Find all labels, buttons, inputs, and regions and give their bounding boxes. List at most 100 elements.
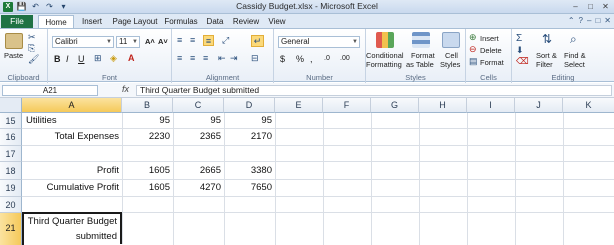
tab-formulas[interactable]: Formulas — [163, 15, 199, 28]
column-header-a[interactable]: A — [22, 98, 122, 113]
worksheet-grid[interactable]: A B C D E F G H I J K 15 16 17 18 19 20 … — [0, 98, 614, 245]
sort-filter-label[interactable]: Sort & — [536, 51, 557, 60]
bold-button[interactable]: B — [54, 54, 61, 64]
tab-home[interactable]: Home — [38, 15, 74, 28]
align-middle-icon[interactable]: ≡ — [190, 35, 195, 45]
font-size-box[interactable]: 11 ▼ — [116, 36, 140, 48]
cell-c19[interactable]: 4270 — [173, 182, 221, 193]
percent-button[interactable]: % — [296, 54, 304, 64]
workbook-close-button[interactable]: ✕ — [604, 16, 611, 25]
format-painter-icon[interactable]: 🖌 — [28, 54, 39, 65]
italic-button[interactable]: I — [66, 54, 69, 64]
name-box[interactable]: A21 — [2, 85, 98, 96]
column-header-e[interactable]: E — [275, 98, 323, 113]
tab-data[interactable]: Data — [203, 15, 227, 28]
shrink-font-button[interactable]: A˅ — [158, 37, 168, 46]
number-format-box[interactable]: General ▼ — [278, 36, 360, 48]
cell-a16[interactable]: Total Expenses — [22, 131, 119, 142]
cell-c16[interactable]: 2365 — [173, 131, 221, 142]
cell-b16[interactable]: 2230 — [122, 131, 170, 142]
format-button[interactable]: Format — [480, 58, 504, 67]
binoculars-icon[interactable]: ⌕ — [570, 32, 577, 47]
align-right-icon[interactable]: ≡ — [203, 53, 208, 63]
select-all-corner[interactable] — [0, 98, 22, 113]
delete-button[interactable]: Delete — [480, 46, 502, 55]
currency-button[interactable]: $ — [280, 54, 285, 64]
close-button[interactable]: ✕ — [599, 1, 612, 12]
column-header-h[interactable]: H — [419, 98, 467, 113]
paste-icon[interactable] — [5, 33, 23, 49]
row-header-18[interactable]: 18 — [0, 162, 22, 180]
format-as-table-label[interactable]: Format — [411, 51, 435, 60]
paste-button-label[interactable]: Paste — [4, 51, 23, 60]
help-icon[interactable]: ? — [579, 16, 583, 25]
delete-cells-icon[interactable]: ⊖ — [469, 44, 477, 55]
font-name-box[interactable]: Calibri ▼ — [52, 36, 114, 48]
cell-b15[interactable]: 95 — [122, 115, 170, 126]
active-cell-a21[interactable]: Third Quarter Budget submitted — [22, 212, 124, 245]
conditional-formatting-label-2[interactable]: Formatting — [366, 60, 402, 69]
tab-view[interactable]: View — [265, 15, 289, 28]
conditional-formatting-icon[interactable] — [376, 32, 394, 48]
column-header-f[interactable]: F — [323, 98, 371, 113]
insert-cells-icon[interactable]: ⊕ — [469, 32, 477, 43]
cell-a18[interactable]: Profit — [22, 165, 119, 176]
column-header-b[interactable]: B — [122, 98, 173, 113]
increase-indent-icon[interactable]: ⇥ — [230, 53, 238, 64]
row-header-15[interactable]: 15 — [0, 113, 22, 129]
row-header-21[interactable]: 21 — [0, 213, 22, 245]
insert-button[interactable]: Insert — [480, 34, 499, 43]
cell-c18[interactable]: 2665 — [173, 165, 221, 176]
align-top-icon[interactable]: ≡ — [177, 35, 182, 45]
decrease-decimal-button[interactable]: .00 — [340, 55, 350, 62]
fill-color-icon[interactable]: ◈ — [110, 53, 117, 64]
column-header-g[interactable]: G — [371, 98, 419, 113]
format-as-table-icon[interactable] — [412, 32, 430, 48]
cell-b18[interactable]: 1605 — [122, 165, 170, 176]
cell-b19[interactable]: 1605 — [122, 182, 170, 193]
tab-file[interactable]: File — [1, 15, 33, 28]
cut-icon[interactable]: ✂ — [28, 32, 36, 43]
tab-review[interactable]: Review — [231, 15, 261, 28]
insert-function-icon[interactable]: fx — [122, 84, 129, 94]
column-header-c[interactable]: C — [173, 98, 224, 113]
wrap-text-icon[interactable]: ↵ — [251, 35, 264, 47]
workbook-restore-button[interactable]: □ — [595, 16, 600, 25]
column-header-k[interactable]: K — [563, 98, 614, 113]
autosum-button[interactable]: Σ — [516, 33, 522, 44]
cell-a19[interactable]: Cumulative Profit — [22, 182, 119, 193]
merge-center-icon[interactable]: ⊟ — [251, 53, 259, 64]
sort-filter-label-2[interactable]: Filter — [536, 60, 553, 69]
column-header-j[interactable]: J — [515, 98, 563, 113]
cell-styles-label-2[interactable]: Styles — [440, 60, 460, 69]
sort-filter-icon[interactable]: ⇅ — [542, 32, 552, 46]
row-header-20[interactable]: 20 — [0, 197, 22, 213]
align-center-icon[interactable]: ≡ — [190, 53, 195, 63]
decrease-indent-icon[interactable]: ⇤ — [218, 53, 226, 64]
increase-decimal-button[interactable]: .0 — [324, 55, 330, 62]
column-header-i[interactable]: I — [467, 98, 515, 113]
minimize-ribbon-icon[interactable]: ⌃ — [568, 16, 575, 25]
cell-a15[interactable]: Utilities — [26, 115, 57, 126]
cell-d15[interactable]: 95 — [224, 115, 272, 126]
minimize-button[interactable]: – — [569, 1, 582, 12]
find-select-label-2[interactable]: Select — [564, 60, 585, 69]
cell-c15[interactable]: 95 — [173, 115, 221, 126]
workbook-minimize-button[interactable]: – — [587, 16, 591, 25]
find-select-label[interactable]: Find & — [564, 51, 586, 60]
cell-styles-icon[interactable] — [442, 32, 460, 48]
clear-icon[interactable]: ⌫ — [516, 56, 529, 67]
format-as-table-label-2[interactable]: as Table — [406, 60, 434, 69]
maximize-button[interactable]: □ — [584, 1, 597, 12]
format-cells-icon[interactable]: ▤ — [469, 56, 478, 67]
align-bottom-icon[interactable]: ≡ — [203, 35, 214, 46]
row-header-19[interactable]: 19 — [0, 180, 22, 197]
tab-page-layout[interactable]: Page Layout — [110, 15, 160, 28]
cell-d16[interactable]: 2170 — [224, 131, 272, 142]
column-header-d[interactable]: D — [224, 98, 275, 113]
align-left-icon[interactable]: ≡ — [177, 53, 182, 63]
formula-input[interactable]: Third Quarter Budget submitted — [136, 85, 612, 96]
conditional-formatting-label[interactable]: Conditional — [366, 51, 404, 60]
grow-font-button[interactable]: A˄ — [145, 37, 155, 46]
underline-button[interactable]: U — [78, 54, 85, 64]
